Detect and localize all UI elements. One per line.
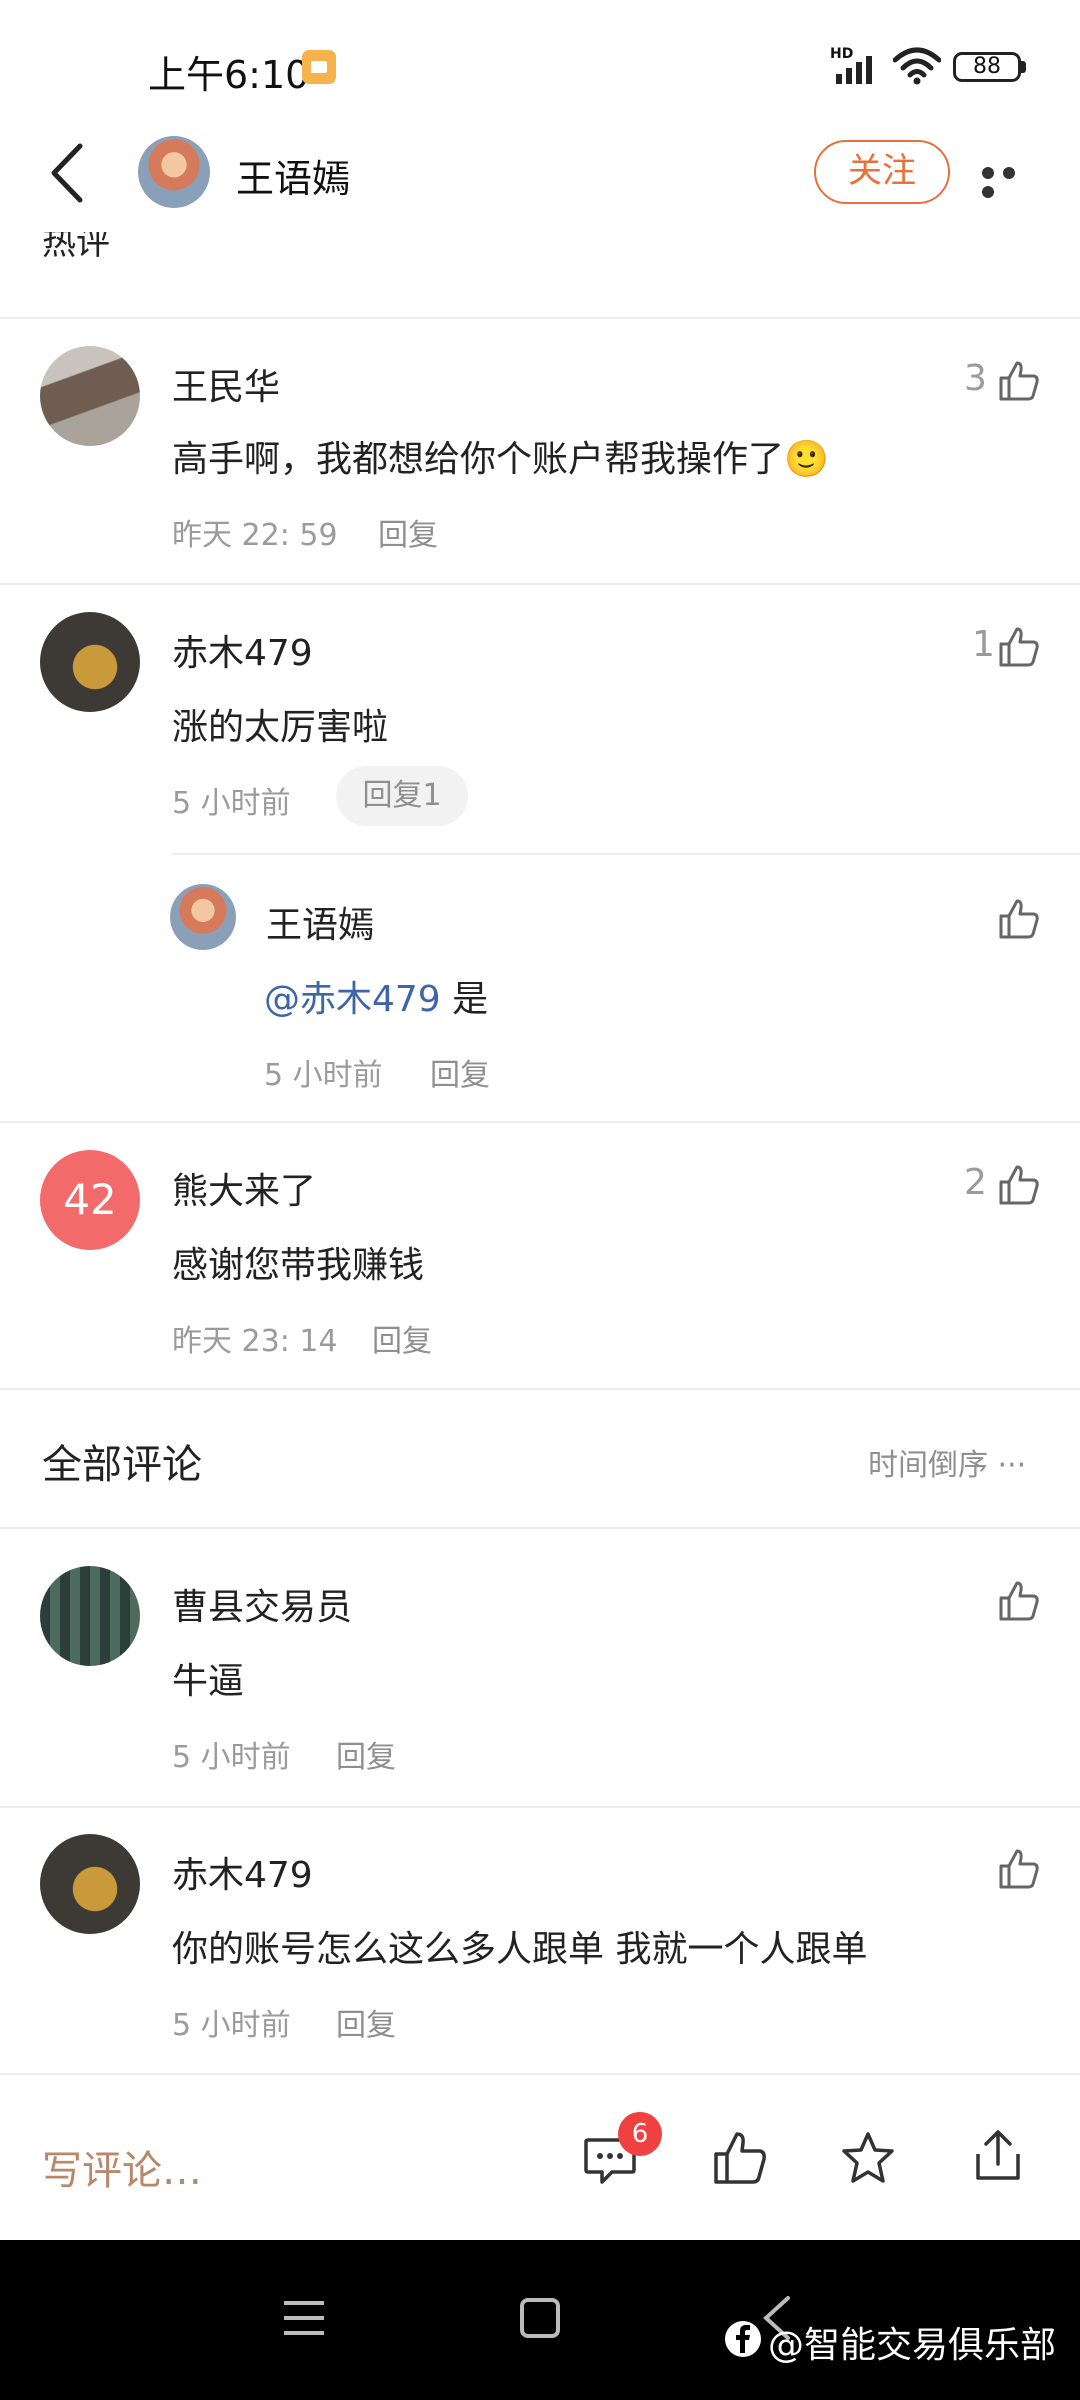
author-avatar[interactable] [138, 136, 210, 208]
recent-apps-icon[interactable] [282, 2298, 326, 2338]
watermark-text: @智能交易俱乐部 [768, 2325, 1057, 2366]
reply-text: 是 [452, 979, 489, 1020]
reply-button[interactable]: 回复 [372, 1316, 432, 1360]
star-icon[interactable] [840, 2130, 896, 2186]
comment-time: 昨天 23: 14 [172, 1324, 338, 1359]
view-replies-button[interactable]: 回复1 [336, 766, 468, 826]
battery-cap [1021, 61, 1026, 73]
thumbs-up-icon[interactable] [998, 360, 1040, 402]
replier-avatar[interactable] [170, 884, 236, 950]
commenter-name[interactable]: 赤木479 [172, 624, 313, 676]
mention-link[interactable]: @赤木479 [264, 979, 441, 1020]
commenter-name[interactable]: 曹县交易员 [172, 1578, 352, 1630]
reply-time: 5 小时前 [264, 1058, 383, 1093]
divider [0, 1121, 1080, 1123]
share-icon[interactable] [970, 2128, 1026, 2184]
write-comment-input[interactable]: 写评论… [42, 2138, 202, 2196]
thumbs-up-icon[interactable] [998, 1580, 1040, 1622]
thumbs-up-icon[interactable] [998, 1848, 1040, 1890]
commenter-name[interactable]: 熊大来了 [172, 1162, 316, 1214]
more-options-icon[interactable] [982, 164, 1040, 198]
replier-name[interactable]: 王语嫣 [266, 896, 374, 948]
commenter-name[interactable]: 王民华 [172, 358, 280, 410]
thumbs-up-icon[interactable] [712, 2130, 768, 2186]
comment-text: 感谢您带我赚钱 [172, 1245, 425, 1286]
divider [0, 1388, 1080, 1390]
comment-text: 高手啊，我都想给你个账户帮我操作了🙂 [172, 439, 829, 480]
comment-text: 牛逼 [172, 1661, 245, 1702]
divider [0, 317, 1080, 319]
wifi-icon [893, 47, 941, 85]
reply-button[interactable]: 回复 [430, 1050, 490, 1094]
battery-indicator: 88 [953, 52, 1021, 82]
comment-time: 昨天 22: 59 [172, 518, 338, 553]
status-time: 上午6:10 [148, 53, 310, 97]
thumbs-up-icon[interactable] [998, 898, 1040, 940]
divider [0, 583, 1080, 585]
sort-order-toggle[interactable]: 时间倒序 ··· [868, 1440, 1026, 1484]
thumbs-up-icon[interactable] [998, 626, 1040, 668]
reply-button[interactable]: 回复 [378, 510, 438, 554]
commenter-avatar[interactable] [40, 1566, 140, 1666]
commenter-avatar[interactable]: 42 [40, 1150, 140, 1250]
divider [172, 853, 1080, 855]
thumbs-up-icon[interactable] [998, 1164, 1040, 1206]
reply-button[interactable]: 回复 [336, 2000, 396, 2044]
comment-count-badge: 6 [618, 2112, 662, 2156]
comment-time: 5 小时前 [172, 1740, 291, 1775]
comment-time: 5 小时前 [172, 2008, 291, 2043]
back-arrow-icon[interactable] [48, 142, 88, 204]
divider [0, 1527, 1080, 1529]
like-count: 2 [964, 1162, 987, 1203]
divider [0, 1806, 1080, 1808]
all-comments-title: 全部评论 [42, 1442, 202, 1488]
commenter-avatar[interactable] [40, 612, 140, 712]
author-name[interactable]: 王语嫣 [236, 148, 350, 203]
facebook-icon [725, 2321, 761, 2357]
commenter-avatar[interactable] [40, 346, 140, 446]
like-count: 1 [972, 624, 995, 665]
home-icon[interactable] [518, 2296, 562, 2340]
signal-icon [836, 56, 872, 84]
like-count: 3 [964, 358, 987, 399]
hot-comments-title: 热评 [42, 232, 110, 262]
comment-text: 涨的太厉害啦 [172, 707, 389, 748]
notification-app-icon [302, 50, 336, 84]
comment-text: 你的账号怎么这么多人跟单 我就一个人跟单 [172, 1929, 868, 1970]
comment-time: 5 小时前 [172, 786, 291, 821]
follow-button[interactable]: 关注 [814, 140, 950, 204]
reply-button[interactable]: 回复 [336, 1732, 396, 1776]
divider [0, 2073, 1080, 2075]
commenter-name[interactable]: 赤木479 [172, 1846, 313, 1898]
commenter-avatar[interactable] [40, 1834, 140, 1934]
